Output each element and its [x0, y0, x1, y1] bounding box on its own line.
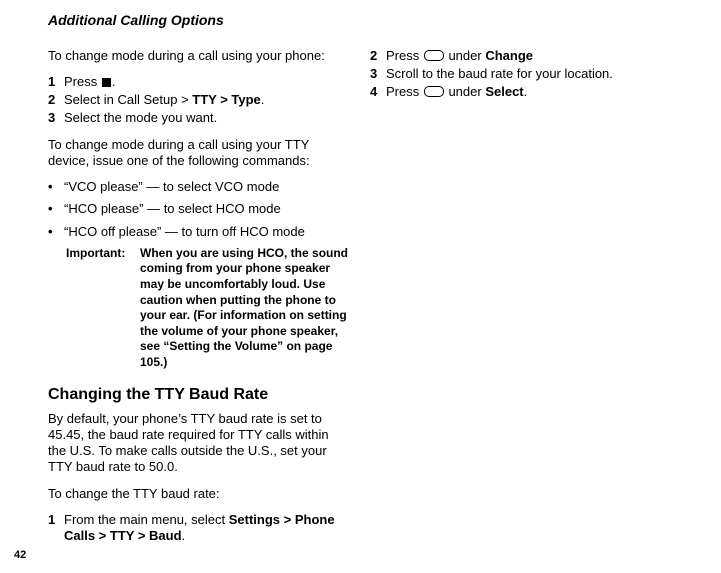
bullet-text: “HCO please” — to select HCO mode	[64, 201, 281, 217]
bullet-icon: •	[48, 201, 64, 217]
step-body: Select the mode you want.	[64, 110, 348, 126]
left-column: To change mode during a call using your …	[48, 48, 348, 555]
bullet-text: “HCO off please” — to turn off HCO mode	[64, 224, 305, 240]
step-body: Press under Select.	[386, 84, 700, 100]
step-number: 1	[48, 74, 64, 90]
bullet-item: • “HCO please” — to select HCO mode	[48, 201, 348, 217]
step-text: From the main menu, select	[64, 512, 229, 527]
section-heading: Changing the TTY Baud Rate	[48, 385, 348, 405]
step-number: 1	[48, 512, 64, 545]
page-number: 42	[14, 549, 26, 563]
bullet-item: • “HCO off please” — to turn off HCO mod…	[48, 224, 348, 240]
bullet-icon: •	[48, 179, 64, 195]
step-text: .	[524, 84, 528, 99]
step-item: 1 From the main menu, select Settings > …	[48, 512, 348, 545]
step-text: Press	[386, 84, 423, 99]
important-note: Important: When you are using HCO, the s…	[66, 246, 348, 371]
bullet-text: “VCO please” — to select VCO mode	[64, 179, 279, 195]
step-number: 2	[370, 48, 386, 64]
step-text: .	[261, 92, 265, 107]
step-item: 3 Scroll to the baud rate for your locat…	[370, 66, 700, 82]
step-bold: Select	[485, 84, 523, 99]
step-text: .	[112, 74, 116, 89]
step-body: Press .	[64, 74, 348, 90]
content-columns: To change mode during a call using your …	[48, 48, 707, 555]
step-text: Select in Call Setup >	[64, 92, 192, 107]
page: Additional Calling Options To change mod…	[0, 0, 721, 573]
step-number: 3	[48, 110, 64, 126]
step-text: under	[445, 48, 485, 63]
steps-list-2: 1 From the main menu, select Settings > …	[48, 512, 348, 545]
bullet-list: • “VCO please” — to select VCO mode • “H…	[48, 179, 348, 240]
steps-list-right: 2 Press under Change 3 Scroll to the bau…	[370, 48, 700, 101]
paragraph: To change the TTY baud rate:	[48, 486, 348, 502]
step-item: 2 Select in Call Setup > TTY > Type.	[48, 92, 348, 108]
menu-key-icon	[102, 78, 111, 87]
step-body: Scroll to the baud rate for your locatio…	[386, 66, 700, 82]
step-text: Press	[64, 74, 101, 89]
step-item: 1 Press .	[48, 74, 348, 90]
step-text: Press	[386, 48, 423, 63]
bullet-icon: •	[48, 224, 64, 240]
step-text: .	[182, 528, 186, 543]
steps-list-1: 1 Press . 2 Select in Call Setup > TTY >…	[48, 74, 348, 127]
step-item: 2 Press under Change	[370, 48, 700, 64]
soft-key-icon	[424, 50, 444, 61]
intro-text-2: To change mode during a call using your …	[48, 137, 348, 170]
soft-key-icon	[424, 86, 444, 97]
intro-text-1: To change mode during a call using your …	[48, 48, 348, 64]
step-number: 4	[370, 84, 386, 100]
step-item: 3 Select the mode you want.	[48, 110, 348, 126]
step-bold: TTY > Type	[192, 92, 261, 107]
step-body: Select in Call Setup > TTY > Type.	[64, 92, 348, 108]
step-number: 2	[48, 92, 64, 108]
paragraph: By default, your phone’s TTY baud rate i…	[48, 411, 348, 476]
step-number: 3	[370, 66, 386, 82]
important-body: When you are using HCO, the sound coming…	[140, 246, 348, 371]
bullet-item: • “VCO please” — to select VCO mode	[48, 179, 348, 195]
step-item: 4 Press under Select.	[370, 84, 700, 100]
step-bold: Change	[485, 48, 533, 63]
right-column: 2 Press under Change 3 Scroll to the bau…	[370, 48, 700, 555]
step-text: under	[445, 84, 485, 99]
step-body: Press under Change	[386, 48, 700, 64]
page-header: Additional Calling Options	[48, 12, 707, 30]
important-label: Important:	[66, 246, 140, 371]
step-body: From the main menu, select Settings > Ph…	[64, 512, 348, 545]
